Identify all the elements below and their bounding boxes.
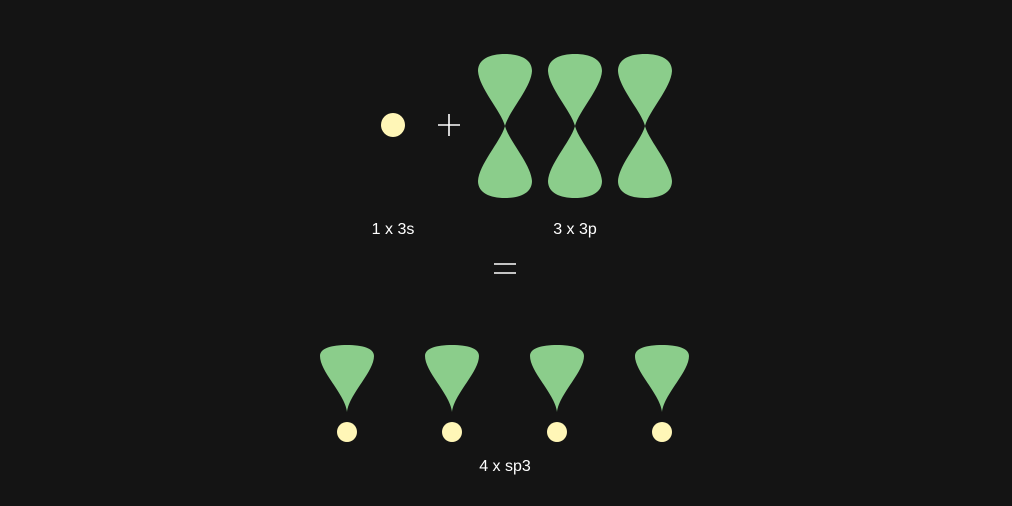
diagram-canvas <box>320 54 689 442</box>
sp3-orbital <box>635 345 689 442</box>
hybridization-diagram: 1 x 3s 3 x 3p 4 x sp3 <box>0 0 1012 506</box>
result-label: 4 x sp3 <box>479 458 531 475</box>
sp3-nucleus <box>547 422 567 442</box>
sp3-orbital <box>425 345 479 442</box>
p-orbital <box>618 54 672 198</box>
sp3-orbital <box>530 345 584 442</box>
sp3-lobe <box>635 345 689 412</box>
sp3-orbital <box>320 345 374 442</box>
equals-icon <box>494 263 516 274</box>
p-orbital <box>478 54 532 198</box>
sp3-lobe <box>320 345 374 412</box>
s-term-label: 1 x 3s <box>371 221 415 238</box>
p-term-label: 3 x 3p <box>553 221 597 238</box>
s-orbital <box>381 113 405 137</box>
sp3-lobe <box>425 345 479 412</box>
sp3-nucleus <box>442 422 462 442</box>
plus-icon <box>438 114 460 136</box>
sp3-nucleus <box>337 422 357 442</box>
sp3-lobe <box>530 345 584 412</box>
p-orbital <box>548 54 602 198</box>
sp3-nucleus <box>652 422 672 442</box>
